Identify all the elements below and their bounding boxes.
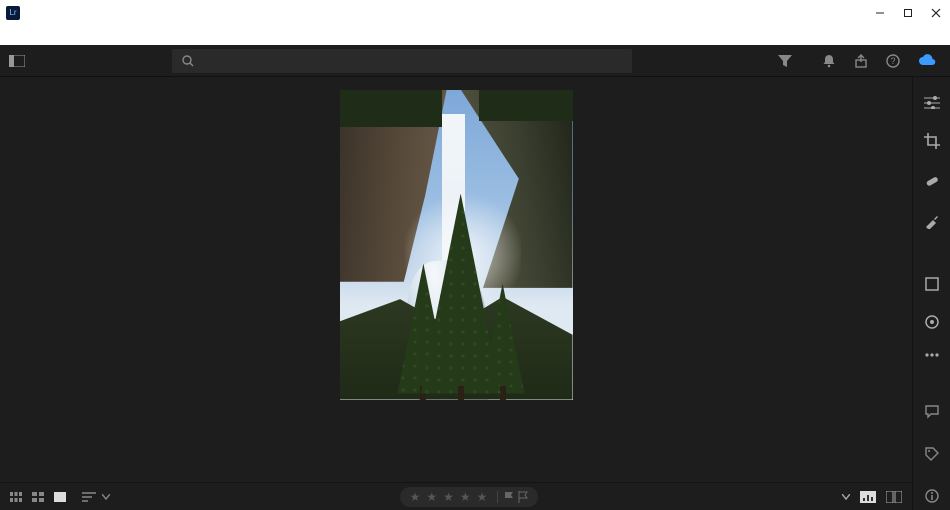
bell-icon[interactable] (822, 54, 836, 68)
menubar (0, 25, 950, 45)
chevron-down-icon (102, 494, 110, 500)
window-maximize-button[interactable] (894, 0, 922, 25)
versions-icon[interactable] (925, 315, 939, 329)
chevron-down-icon (842, 494, 850, 500)
bottom-bar: ★ ★ ★ ★ ★ (0, 482, 912, 510)
zoom-level[interactable] (838, 494, 850, 500)
keywords-tag-icon[interactable] (925, 447, 939, 461)
compare-view-icon[interactable] (886, 491, 902, 503)
svg-text:?: ? (890, 56, 895, 66)
app-icon: Lr (6, 6, 20, 20)
cloud-sync-icon[interactable] (918, 54, 936, 68)
help-icon[interactable]: ? (886, 54, 900, 68)
photo-viewer[interactable] (0, 77, 912, 412)
top-toolbar: ? (0, 45, 950, 77)
healing-brush-icon[interactable] (924, 173, 940, 189)
right-tool-rail (912, 77, 950, 510)
flag-reject-icon[interactable] (518, 491, 528, 503)
star-3-icon[interactable]: ★ (443, 490, 454, 504)
window-close-button[interactable] (922, 0, 950, 25)
masking-brush-icon[interactable] (924, 213, 940, 229)
single-view-icon[interactable] (54, 492, 66, 502)
window-titlebar: Lr (0, 0, 950, 25)
window-minimize-button[interactable] (866, 0, 894, 25)
star-4-icon[interactable]: ★ (460, 490, 471, 504)
flag-pick-icon[interactable] (504, 491, 514, 503)
presets-panel-icon[interactable] (925, 277, 939, 291)
search-input[interactable] (172, 49, 632, 73)
rating-control[interactable]: ★ ★ ★ ★ ★ (400, 487, 539, 507)
grid-small-icon[interactable] (10, 492, 22, 502)
main-photo-waterfall (340, 90, 573, 400)
filmstrip[interactable] (0, 412, 912, 482)
star-1-icon[interactable]: ★ (410, 490, 421, 504)
edit-sliders-icon[interactable] (924, 95, 940, 109)
search-icon (182, 55, 194, 67)
info-icon[interactable] (925, 489, 939, 503)
more-icon[interactable] (925, 353, 939, 357)
comments-icon[interactable] (925, 405, 939, 419)
sort-button[interactable] (82, 492, 110, 502)
filter-icon[interactable] (770, 55, 800, 67)
share-icon[interactable] (854, 54, 868, 68)
histogram-toggle-icon[interactable] (860, 491, 876, 503)
star-5-icon[interactable]: ★ (477, 490, 488, 504)
crop-icon[interactable] (924, 133, 940, 149)
left-panel-toggle-icon[interactable] (0, 55, 34, 67)
star-2-icon[interactable]: ★ (426, 490, 437, 504)
grid-large-icon[interactable] (32, 492, 44, 502)
